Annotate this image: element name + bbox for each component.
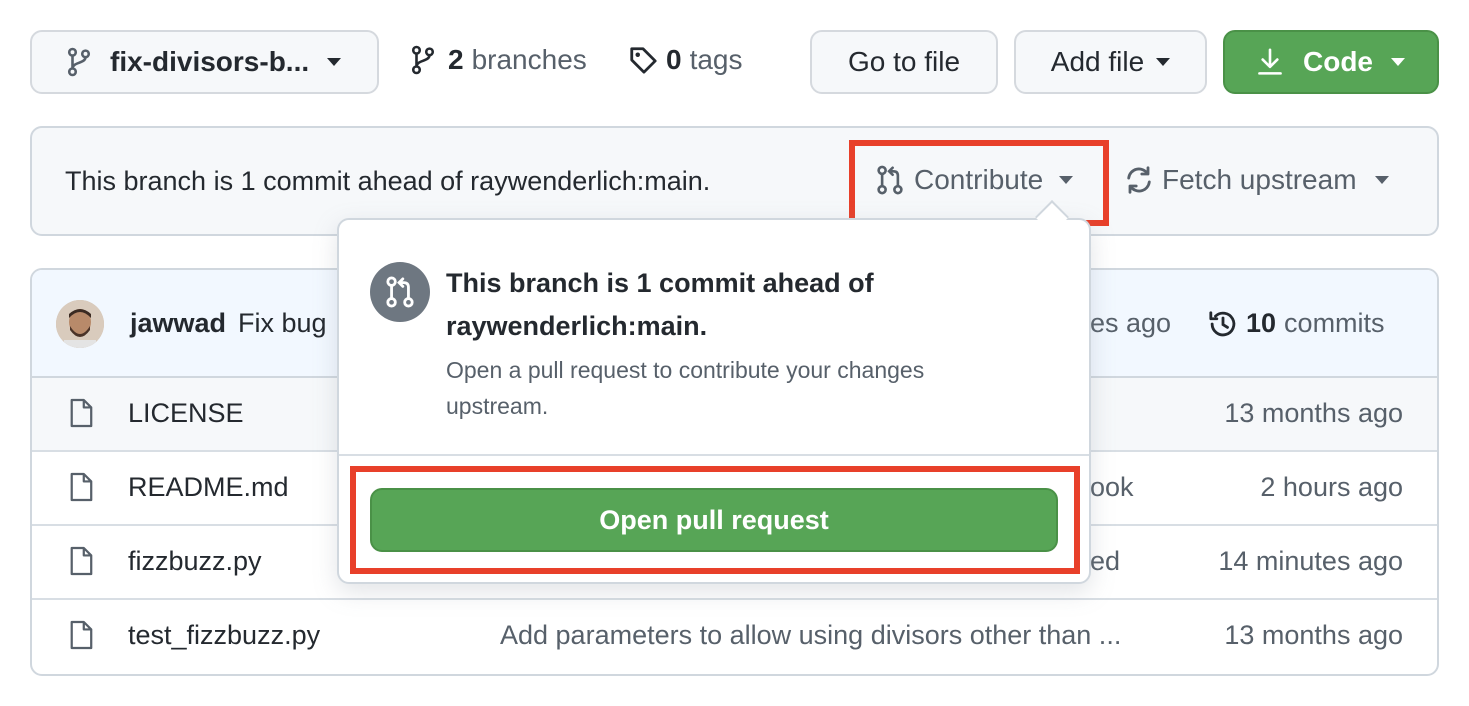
branch-status-text: This branch is 1 commit ahead of raywend… [65,166,711,196]
code-label: Code [1303,46,1373,77]
avatar[interactable] [56,300,104,348]
branches-count: 2 [448,44,464,75]
branch-selector-button[interactable]: fix-divisors-b... [30,30,379,94]
commit-author[interactable]: jawwad [130,308,226,339]
file-name[interactable]: fizzbuzz.py [128,546,262,577]
code-button[interactable]: Code [1223,30,1439,94]
commits-count: 10 [1246,308,1277,338]
popover-divider [339,454,1089,456]
go-to-file-button[interactable]: Go to file [810,30,998,94]
contribute-highlight-box [849,140,1109,226]
go-to-file-label: Go to file [847,46,961,77]
branch-name: fix-divisors-b... [110,46,310,77]
git-pull-request-icon [385,276,415,308]
branches-link[interactable]: 2 branches [410,44,587,76]
add-file-label: Add file [1050,46,1145,77]
file-icon [68,398,94,433]
git-branch-icon [410,45,436,75]
file-time: 13 months ago [1224,398,1403,428]
chevron-down-icon [1156,58,1171,66]
branches-label: branches [471,44,587,75]
pull-request-badge [370,262,430,322]
file-icon [68,620,94,655]
tag-icon [628,45,658,75]
tags-link[interactable]: 0 tags [628,44,743,76]
open-pr-highlight-box [350,466,1080,574]
file-time: 2 hours ago [1260,472,1403,502]
file-commit-message[interactable]: ook [1090,472,1134,503]
commits-link[interactable]: 10 commits [1208,308,1385,339]
commit-time: es ago [1090,308,1172,338]
file-name[interactable]: README.md [128,472,289,503]
table-row[interactable]: test_fizzbuzz.py Add parameters to allow… [32,600,1437,674]
download-icon [1257,48,1283,76]
file-time: 13 months ago [1224,620,1403,650]
popover-title: This branch is 1 commit ahead of raywend… [446,268,874,341]
tags-count: 0 [666,44,682,75]
sync-icon [1124,165,1154,195]
file-icon [68,546,94,581]
fetch-upstream-label: Fetch upstream [1162,164,1357,195]
file-commit-message[interactable]: Add parameters to allow using divisors o… [500,620,1121,651]
file-name[interactable]: LICENSE [128,398,244,429]
file-commit-message[interactable]: ed [1090,546,1120,577]
file-icon [68,472,94,507]
file-name[interactable]: test_fizzbuzz.py [128,620,320,651]
commit-message[interactable]: Fix bug [238,308,327,339]
file-time: 14 minutes ago [1218,546,1403,576]
tags-label: tags [689,44,743,75]
commits-label: commits [1284,308,1385,338]
git-branch-icon [66,47,92,77]
chevron-down-icon [1391,58,1405,66]
add-file-button[interactable]: Add file [1014,30,1207,94]
fetch-upstream-button[interactable]: Fetch upstream [1124,164,1389,196]
history-icon [1208,309,1238,339]
popover-description: Open a pull request to contribute your c… [446,357,925,419]
chevron-down-icon [1374,176,1389,184]
chevron-down-icon [327,58,342,66]
